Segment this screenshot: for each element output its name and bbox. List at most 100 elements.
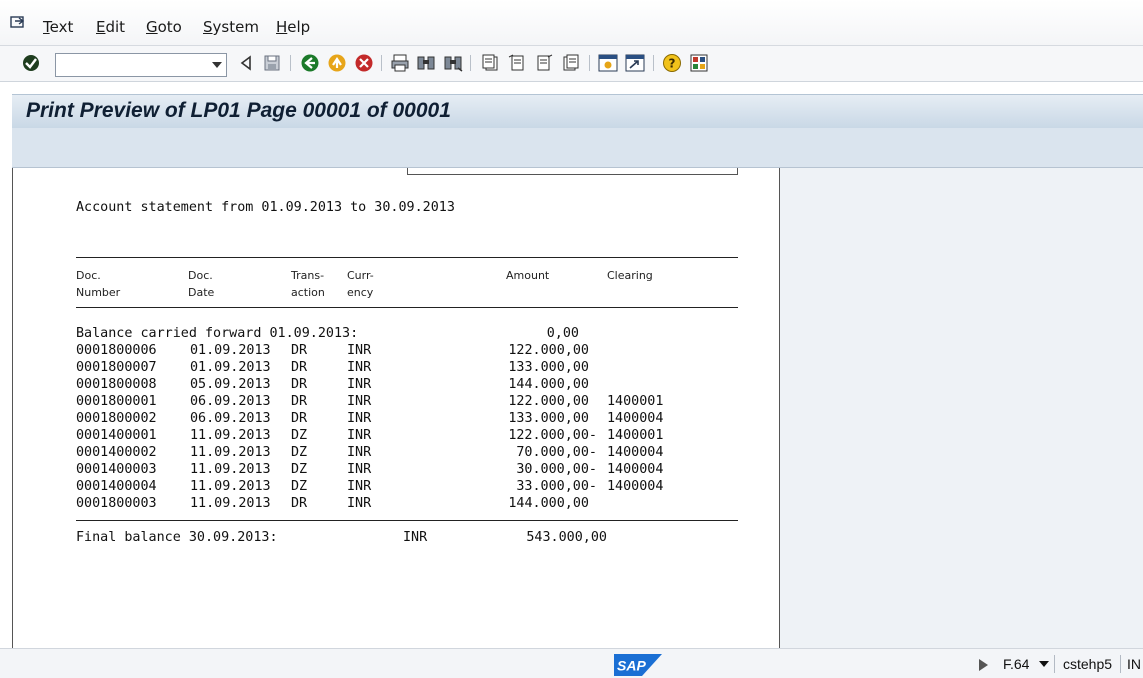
- row-doc: 0001400004: [76, 479, 157, 494]
- play-icon[interactable]: [979, 659, 988, 671]
- row-date: 01.09.2013: [190, 360, 271, 375]
- row-amount: 133.000,00: [508, 360, 589, 375]
- row-clearing: 1400004: [607, 411, 664, 426]
- row-amount: 133.000,00: [508, 411, 589, 426]
- first-page-icon[interactable]: [480, 53, 500, 73]
- status-server: cstehp5: [1063, 656, 1113, 672]
- svg-text:SAP: SAP: [617, 658, 646, 674]
- row-date: 11.09.2013: [190, 445, 271, 460]
- row-curr: INR: [347, 394, 372, 409]
- address-window-frame: [407, 168, 738, 175]
- save-icon[interactable]: [262, 53, 282, 73]
- row-doc: 0001400001: [76, 428, 157, 443]
- row-amount: 30.000,00-: [516, 462, 597, 477]
- row-curr: INR: [347, 343, 372, 358]
- menu-edit[interactable]: Edit: [96, 18, 125, 36]
- row-date: 06.09.2013: [190, 411, 271, 426]
- row-doc: 0001400002: [76, 445, 157, 460]
- find-next-icon[interactable]: [443, 53, 463, 73]
- system-menu-icon[interactable]: [10, 16, 26, 30]
- row-clearing: 1400004: [607, 479, 664, 494]
- preview-side-pane: [780, 168, 1143, 648]
- row-trans: DR: [291, 496, 308, 511]
- row-clearing: 1400004: [607, 462, 664, 477]
- triangle-left-icon[interactable]: [236, 53, 256, 73]
- status-divider: [1054, 655, 1055, 673]
- menu-goto[interactable]: Goto: [146, 18, 182, 36]
- row-amount: 122.000,00: [508, 394, 589, 409]
- row-date: 05.09.2013: [190, 377, 271, 392]
- row-amount: 144.000,00: [508, 377, 589, 392]
- row-doc: 0001800008: [76, 377, 157, 392]
- toolbar-separator: [381, 55, 382, 71]
- back-icon[interactable]: [300, 53, 320, 73]
- green-check-icon[interactable]: [21, 53, 41, 73]
- col-doc-date: Doc. Date: [188, 269, 215, 299]
- row-date: 06.09.2013: [190, 394, 271, 409]
- row-curr: INR: [347, 445, 372, 460]
- row-amount: 144.000,00: [508, 496, 589, 511]
- row-trans: DZ: [291, 479, 308, 494]
- previous-page-icon[interactable]: [507, 53, 527, 73]
- customize-layout-icon[interactable]: [689, 53, 709, 73]
- row-date: 11.09.2013: [190, 462, 271, 477]
- row-curr: INR: [347, 462, 372, 477]
- exit-icon[interactable]: [327, 53, 347, 73]
- carried-forward-label: Balance carried forward 01.09.2013:: [76, 326, 359, 341]
- find-icon[interactable]: [416, 53, 436, 73]
- row-trans: DR: [291, 360, 308, 375]
- row-trans: DR: [291, 394, 308, 409]
- carried-forward-amount: 0,00: [546, 326, 579, 341]
- menu-bar: Text Edit Goto System Help: [0, 0, 1143, 46]
- menu-text[interactable]: Text: [43, 18, 73, 36]
- row-curr: INR: [347, 377, 372, 392]
- row-doc: 0001800002: [76, 411, 157, 426]
- toolbar-separator: [470, 55, 471, 71]
- status-bar: SAP F.64 cstehp5 IN: [0, 648, 1143, 678]
- final-rule: [76, 520, 738, 521]
- row-doc: 0001800007: [76, 360, 157, 375]
- final-balance-label: Final balance 30.09.2013:: [76, 530, 278, 545]
- row-clearing: 1400004: [607, 445, 664, 460]
- window-left-edge: [0, 94, 12, 648]
- new-session-icon[interactable]: [598, 53, 618, 73]
- command-field[interactable]: [55, 53, 227, 77]
- col-transaction: Trans- action: [291, 269, 325, 299]
- last-page-icon[interactable]: [561, 53, 581, 73]
- chevron-down-icon[interactable]: [212, 62, 222, 68]
- sap-logo: SAP: [614, 654, 662, 676]
- row-trans: DZ: [291, 445, 308, 460]
- menu-help[interactable]: Help: [276, 18, 310, 36]
- row-trans: DR: [291, 343, 308, 358]
- print-icon[interactable]: [390, 53, 410, 73]
- row-trans: DR: [291, 377, 308, 392]
- header-rule-top: [76, 257, 738, 258]
- application-toolbar: [12, 128, 1143, 168]
- command-input[interactable]: [58, 56, 206, 74]
- row-trans: DZ: [291, 428, 308, 443]
- row-doc: 0001800003: [76, 496, 157, 511]
- help-icon[interactable]: ?: [662, 53, 682, 73]
- title-bar: Print Preview of LP01 Page 00001 of 0000…: [12, 94, 1143, 128]
- print-preview-page[interactable]: Account statement from 01.09.2013 to 30.…: [12, 168, 780, 648]
- final-balance-amount: 543.000,00: [526, 530, 607, 545]
- col-doc-number: Doc. Number: [76, 269, 121, 299]
- page-title: Print Preview of LP01 Page 00001 of 0000…: [26, 99, 451, 122]
- row-clearing: 1400001: [607, 428, 664, 443]
- cancel-icon[interactable]: [354, 53, 374, 73]
- final-balance-currency: INR: [403, 530, 428, 545]
- row-amount: 122.000,00: [508, 343, 589, 358]
- row-doc: 0001800006: [76, 343, 157, 358]
- shortcut-icon[interactable]: [625, 53, 645, 73]
- row-curr: INR: [347, 428, 372, 443]
- menu-system[interactable]: System: [203, 18, 259, 36]
- chevron-down-icon[interactable]: [1039, 661, 1049, 667]
- row-date: 11.09.2013: [190, 496, 271, 511]
- col-currency: Curr- ency: [347, 269, 374, 299]
- header-rule-bottom: [76, 307, 738, 308]
- row-doc: 0001400003: [76, 462, 157, 477]
- row-amount: 33.000,00-: [516, 479, 597, 494]
- row-trans: DR: [291, 411, 308, 426]
- svg-text:?: ?: [669, 57, 676, 71]
- next-page-icon[interactable]: [534, 53, 554, 73]
